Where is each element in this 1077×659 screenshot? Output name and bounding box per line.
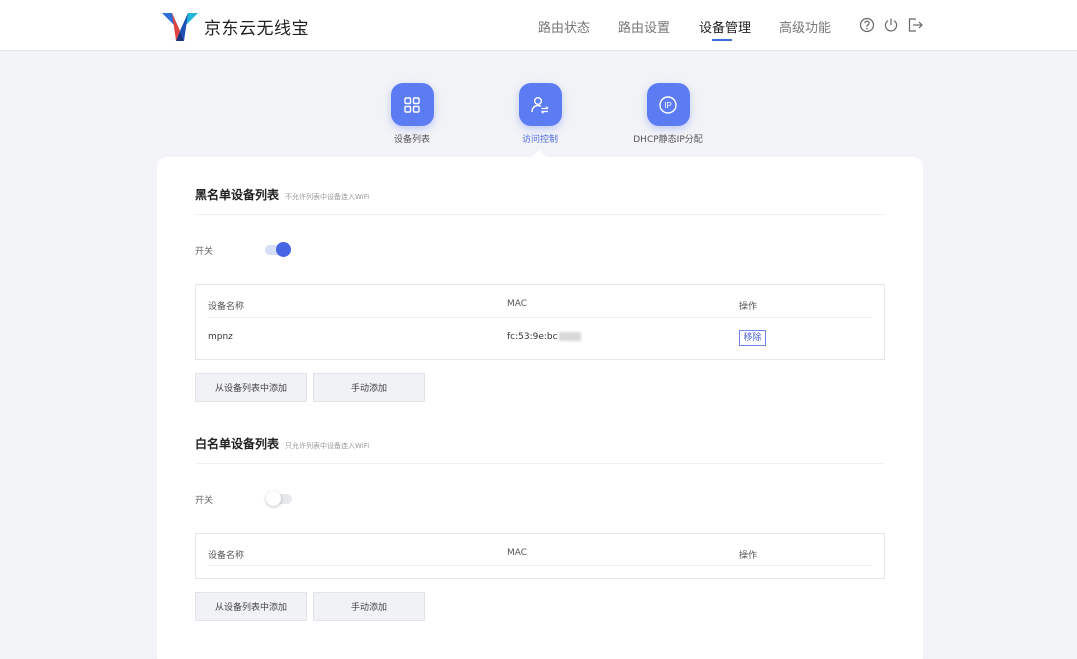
- whitelist-table: [195, 533, 885, 579]
- subtab-device-list[interactable]: 设备列表: [352, 83, 472, 145]
- column-header-mac: MAC: [507, 548, 528, 558]
- blacklist-switch-label: 开关: [195, 247, 214, 257]
- redacted-mac: [558, 332, 581, 341]
- whitelist-manual-add-button[interactable]: 手动添加: [313, 592, 425, 621]
- blacklist-add-from-list-button[interactable]: 从设备列表中添加: [195, 373, 307, 402]
- nav-active-underline: [712, 39, 732, 41]
- svg-text:IP: IP: [664, 101, 672, 110]
- whitelist-add-from-list-button[interactable]: 从设备列表中添加: [195, 592, 307, 621]
- access-control-panel: [157, 157, 923, 659]
- column-header-action: 操作: [739, 551, 758, 561]
- help-icon[interactable]: [859, 17, 875, 33]
- divider: [195, 463, 885, 464]
- jd-cloud-logo-icon: [162, 13, 198, 41]
- subtab-label: 设备列表: [393, 135, 430, 145]
- grid-icon: [404, 96, 420, 113]
- blacklist-manual-add-button[interactable]: 手动添加: [313, 373, 425, 402]
- divider: [195, 214, 885, 215]
- subtab-access-control[interactable]: 访问控制: [480, 83, 600, 145]
- brand-name: 京东云无线宝: [204, 19, 309, 39]
- top-header: 京东云无线宝 路由状态 路由设置 设备管理 高级功能: [0, 0, 1077, 51]
- blacklist-table: [195, 284, 885, 360]
- nav-route-status[interactable]: 路由状态: [538, 17, 590, 36]
- column-header-action: 操作: [739, 302, 758, 312]
- mac-value: fc:53:9e:bc: [507, 332, 558, 342]
- column-header-mac: MAC: [507, 299, 528, 309]
- whitelist-subtitle: 只允许列表中设备连入WiFi: [285, 442, 370, 450]
- blacklist-title: 黑名单设备列表 不允许列表中设备连入WiFi: [195, 186, 369, 203]
- blacklist-subtitle: 不允许列表中设备连入WiFi: [285, 193, 370, 201]
- whitelist-title-text: 白名单设备列表: [195, 437, 280, 451]
- user-swap-icon: [531, 96, 549, 114]
- subtab-dhcp-static-ip[interactable]: IP DHCP静态IP分配: [608, 83, 728, 145]
- nav-device-management[interactable]: 设备管理: [699, 17, 751, 36]
- whitelist-title: 白名单设备列表 只允许列表中设备连入WiFi: [195, 435, 369, 452]
- column-header-device-name: 设备名称: [208, 302, 245, 312]
- device-name-cell: mpnz: [208, 332, 233, 342]
- nav-advanced-features[interactable]: 高级功能: [779, 17, 831, 36]
- blacklist-toggle[interactable]: [265, 242, 291, 257]
- subtab-label: DHCP静态IP分配: [633, 135, 703, 145]
- whitelist-toggle[interactable]: [266, 491, 292, 506]
- blacklist-title-text: 黑名单设备列表: [195, 188, 280, 202]
- whitelist-switch-label: 开关: [195, 496, 214, 506]
- mac-cell: fc:53:9e:bc: [507, 332, 581, 342]
- nav-route-settings[interactable]: 路由设置: [618, 17, 670, 36]
- ip-icon: IP: [659, 95, 677, 114]
- column-header-device-name: 设备名称: [208, 551, 245, 561]
- header-divider: [208, 317, 872, 318]
- logout-icon[interactable]: [907, 17, 923, 33]
- subtab-label: 访问控制: [521, 135, 558, 145]
- power-icon[interactable]: [883, 17, 899, 33]
- remove-button[interactable]: 移除: [739, 330, 766, 346]
- header-divider: [208, 565, 872, 566]
